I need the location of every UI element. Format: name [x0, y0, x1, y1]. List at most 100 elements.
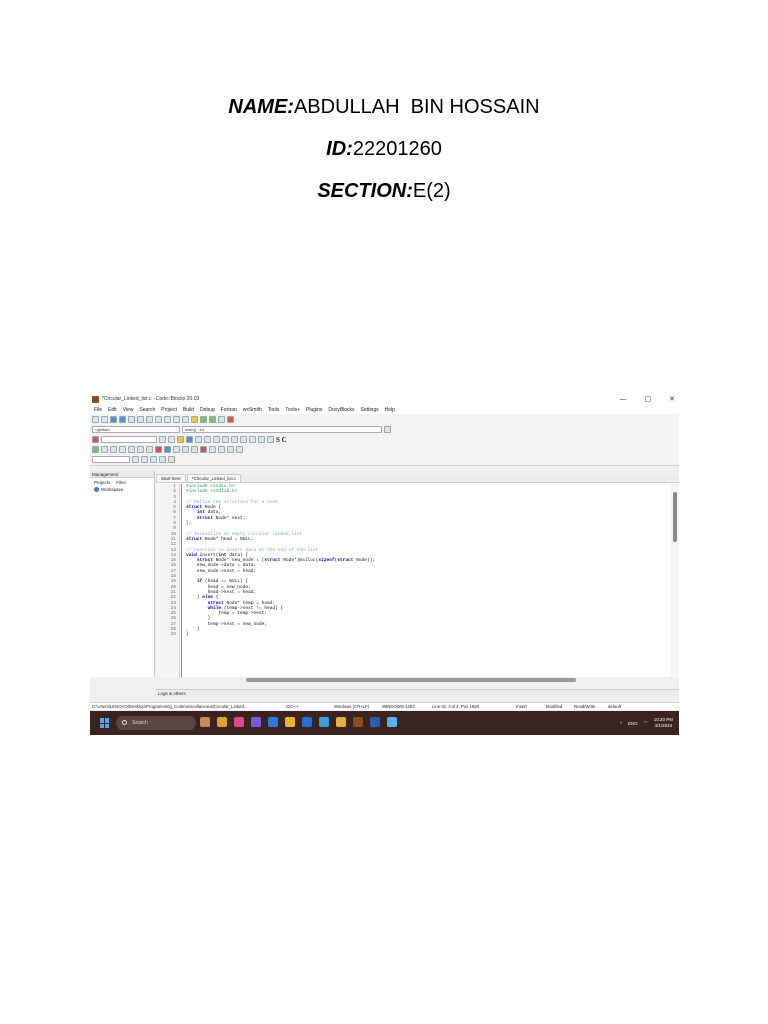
edge-icon[interactable] [268, 717, 278, 727]
back-icon[interactable] [159, 436, 166, 443]
menu-doxyblocks[interactable]: DoxyBlocks [328, 407, 354, 413]
maximize-button[interactable]: ▢ [645, 395, 652, 403]
vertical-scroll-thumb[interactable] [673, 492, 677, 542]
build-and-run-icon[interactable] [209, 416, 216, 423]
abort-icon[interactable] [227, 416, 234, 423]
menu-build[interactable]: Build [183, 407, 194, 413]
vertical-scrollbar[interactable] [671, 484, 679, 677]
save-all-icon[interactable] [119, 416, 126, 423]
code-lines[interactable]: #include <stdio.h> #include <stdlib.h> //… [186, 484, 667, 638]
next-icon[interactable] [168, 456, 175, 463]
prev-bookmark-icon[interactable] [182, 446, 189, 453]
debug-windows-icon[interactable] [164, 446, 171, 453]
scope-combo[interactable]: <global> [92, 426, 180, 433]
folder-icon[interactable] [285, 717, 295, 727]
menu-settings[interactable]: Settings [361, 407, 379, 413]
run-to-cursor-icon[interactable] [101, 446, 108, 453]
horizontal-scrollbar[interactable] [156, 677, 679, 683]
prev-icon[interactable] [150, 456, 157, 463]
zoom-in-icon[interactable] [258, 436, 265, 443]
codeblocks-taskbar-icon[interactable] [353, 717, 363, 727]
workspace-item[interactable]: Workspace [90, 487, 154, 492]
unindent-icon[interactable] [236, 446, 243, 453]
code-line[interactable]: } [186, 632, 667, 637]
uncomment-icon[interactable] [218, 446, 225, 453]
next-line-icon[interactable] [110, 446, 117, 453]
menu-edit[interactable]: Edit [108, 407, 117, 413]
layout-icon[interactable] [222, 436, 229, 443]
menu-debug[interactable]: Debug [200, 407, 215, 413]
teams-icon[interactable] [251, 717, 261, 727]
minimize-button[interactable]: — [620, 396, 627, 403]
cut-icon[interactable] [146, 416, 153, 423]
redo-icon[interactable] [137, 416, 144, 423]
menu-fortran[interactable]: Fortran [221, 407, 237, 413]
copy-icon[interactable] [155, 416, 162, 423]
new-file-icon[interactable] [92, 416, 99, 423]
taskbar-search[interactable]: Search [116, 716, 196, 730]
shape-icon[interactable] [240, 436, 247, 443]
next-instruction-icon[interactable] [137, 446, 144, 453]
search-icon[interactable] [132, 456, 139, 463]
indent-icon[interactable] [227, 446, 234, 453]
tray-clock[interactable]: 10:20 PM 4/1/2024 [654, 717, 673, 729]
vscode-icon[interactable] [319, 717, 329, 727]
instagram-icon[interactable] [234, 717, 244, 727]
menu-tools[interactable]: Tools [268, 407, 280, 413]
menu-project[interactable]: Project [161, 407, 177, 413]
menu-tools-plus[interactable]: Tools+ [285, 407, 300, 413]
menu-wxsmith[interactable]: wxSmith [243, 407, 262, 413]
rect-icon[interactable] [204, 436, 211, 443]
jump-icon[interactable] [384, 426, 391, 433]
logs-panel-tab[interactable]: Logs & others [156, 689, 679, 697]
stop-debug-icon[interactable] [155, 446, 162, 453]
tab-files[interactable]: Files [116, 480, 126, 485]
start-debug-icon[interactable] [92, 446, 99, 453]
code-area[interactable]: 1 2 3 4 5 6 7 8 9 10 11 12 13 14 15 16 17 18 19 20 21 22 23 24 2… [156, 484, 679, 677]
info-icon[interactable] [173, 446, 180, 453]
wifi-icon[interactable]: ◠ [644, 720, 648, 726]
sc-label[interactable]: S C [276, 436, 287, 444]
store-icon[interactable] [387, 717, 397, 727]
find-icon[interactable] [173, 416, 180, 423]
outlook-icon[interactable] [370, 717, 380, 727]
word-icon[interactable] [302, 717, 312, 727]
widgets-icon[interactable] [200, 717, 210, 727]
step-into-icon[interactable] [119, 446, 126, 453]
step-out-icon[interactable] [128, 446, 135, 453]
pause-icon[interactable] [146, 446, 153, 453]
menu-search[interactable]: Search [139, 407, 155, 413]
menu-plugins[interactable]: Plugins [306, 407, 322, 413]
undo-icon[interactable] [128, 416, 135, 423]
record-icon[interactable] [159, 456, 166, 463]
zoom-out-icon[interactable] [267, 436, 274, 443]
horizontal-scroll-thumb[interactable] [246, 678, 576, 682]
comment-icon[interactable] [209, 446, 216, 453]
tab-projects[interactable]: Projects [94, 480, 110, 485]
debug-icon[interactable] [92, 436, 99, 443]
windows-start-icon[interactable] [100, 718, 110, 728]
grid-icon[interactable] [231, 436, 238, 443]
replace-icon[interactable] [182, 416, 189, 423]
menu-file[interactable]: File [94, 407, 102, 413]
run-icon[interactable] [200, 416, 207, 423]
save-icon[interactable] [110, 416, 117, 423]
target-combo[interactable] [101, 436, 157, 443]
function-combo[interactable]: main() : int [182, 426, 382, 433]
file-explorer-icon[interactable] [217, 717, 227, 727]
cursor-icon[interactable] [195, 436, 202, 443]
box-icon[interactable] [249, 436, 256, 443]
block-icon[interactable] [213, 436, 220, 443]
tab-start-here[interactable]: Start here [156, 474, 186, 482]
search-options-icon[interactable] [141, 456, 148, 463]
next-bookmark-icon[interactable] [191, 446, 198, 453]
menu-help[interactable]: Help [385, 407, 395, 413]
build-gear-icon[interactable] [191, 416, 198, 423]
forward-icon[interactable] [168, 436, 175, 443]
tray-chevron-icon[interactable]: ^ [620, 721, 622, 726]
tray-lang[interactable]: ENG [628, 721, 638, 726]
toggle-bookmark-icon[interactable] [200, 446, 207, 453]
chrome-icon[interactable] [336, 717, 346, 727]
search-combo[interactable] [92, 456, 130, 463]
paste-icon[interactable] [164, 416, 171, 423]
